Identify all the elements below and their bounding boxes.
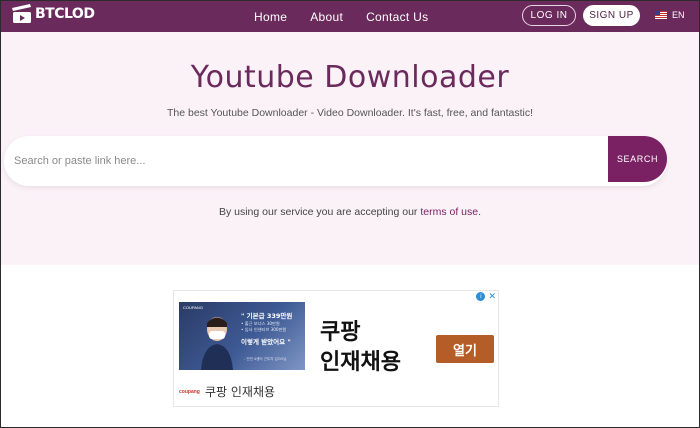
ad-image-benefit-2: • 입사 인센티브 300만원 bbox=[241, 327, 287, 332]
clapperboard-logo-icon bbox=[12, 4, 31, 23]
nav-link-contact[interactable]: Contact Us bbox=[366, 10, 428, 24]
nav-links: Home About Contact Us bbox=[254, 1, 428, 32]
terms-notice: By using our service you are accepting o… bbox=[1, 206, 699, 218]
ad-headline-line2: 인재채용 bbox=[320, 350, 401, 375]
terms-suffix: . bbox=[478, 206, 482, 218]
signup-button[interactable]: SIGN UP bbox=[583, 5, 640, 26]
ad-image-caption: - 인천 4센터 근무자 김OO님 bbox=[244, 357, 287, 361]
ad-close-icon[interactable]: ✕ bbox=[488, 292, 496, 301]
ad-image-salary: " 기본급 339만원 bbox=[241, 312, 293, 320]
terms-prefix: By using our service you are accepting o… bbox=[218, 206, 421, 218]
nav-link-home[interactable]: Home bbox=[254, 10, 287, 24]
language-selector[interactable]: EN bbox=[655, 10, 685, 20]
us-flag-icon bbox=[655, 11, 667, 19]
ad-headline[interactable]: 쿠팡 인재채용 bbox=[320, 318, 401, 378]
terms-of-use-link[interactable]: terms of use bbox=[420, 206, 478, 218]
ad-choices[interactable]: i ✕ bbox=[476, 292, 496, 301]
ad-advertiser-logo: coupang bbox=[179, 388, 200, 395]
ad-advertiser-name: 쿠팡 인재채용 bbox=[205, 385, 276, 399]
ad-footer[interactable]: coupang 쿠팡 인재채용 bbox=[179, 383, 275, 400]
ad-info-icon[interactable]: i bbox=[476, 292, 486, 301]
person-with-mask-icon bbox=[201, 317, 233, 370]
ad-open-button[interactable]: 열기 bbox=[436, 335, 494, 363]
brand-name: BTCLOD bbox=[35, 6, 95, 22]
page-title: Youtube Downloader bbox=[190, 60, 510, 95]
search-input[interactable] bbox=[14, 136, 594, 186]
top-navbar: BTCLOD Home About Contact Us LOG IN SIGN… bbox=[1, 1, 699, 32]
language-label: EN bbox=[672, 10, 685, 20]
search-bar: SEARCH bbox=[4, 136, 667, 186]
page-subtitle: The best Youtube Downloader - Video Down… bbox=[166, 107, 534, 119]
ad-headline-line1: 쿠팡 bbox=[320, 320, 361, 345]
ad-image-benefits: • 출근 보너스 30만원 • 입사 인센티브 300만원 bbox=[241, 321, 286, 333]
hero-section: Youtube Downloader The best Youtube Down… bbox=[1, 32, 699, 265]
login-button[interactable]: LOG IN bbox=[522, 5, 576, 26]
search-button[interactable]: SEARCH bbox=[608, 136, 667, 182]
ad-image[interactable]: COUPANG " 기본급 339만원 • 출근 보너스 30만원 • 입사 인… bbox=[179, 302, 305, 370]
brand-logo[interactable]: BTCLOD bbox=[11, 4, 95, 24]
nav-link-about[interactable]: About bbox=[310, 10, 343, 24]
ad-image-quote: 이렇게 받았어요 " bbox=[241, 338, 291, 346]
advertisement-banner[interactable]: i ✕ COUPANG " 기본급 339만원 • 출근 보너스 30만원 • … bbox=[173, 290, 499, 407]
ad-image-brand: COUPANG bbox=[183, 305, 203, 310]
